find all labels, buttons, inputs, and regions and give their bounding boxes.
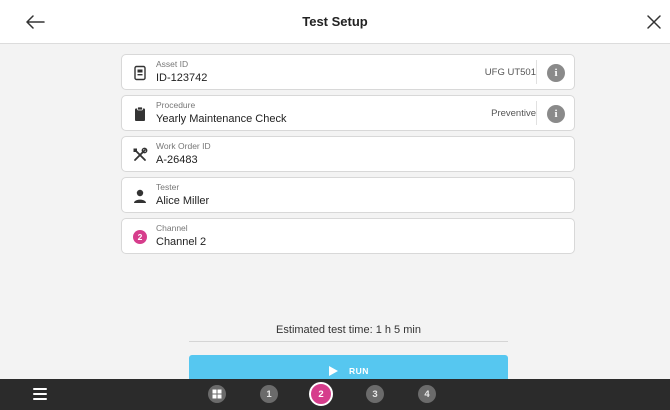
device-icon: [131, 64, 149, 82]
tools-icon: [131, 146, 149, 164]
run-button-label: RUN: [349, 366, 369, 376]
procedure-label: Procedure: [156, 100, 196, 110]
asset-id-value: ID-123742: [156, 72, 208, 84]
asset-id-label: Asset ID: [156, 59, 189, 69]
clipboard-icon: [131, 105, 149, 123]
step-1[interactable]: 1: [260, 385, 278, 403]
step-2-active[interactable]: 2: [309, 382, 333, 406]
header-bar: Test Setup: [0, 0, 670, 44]
info-icon[interactable]: i: [547, 64, 565, 82]
hamburger-menu-icon[interactable]: [33, 388, 47, 400]
step-home-grid[interactable]: [208, 385, 226, 403]
channel-value: Channel 2: [156, 236, 207, 248]
step-4[interactable]: 4: [418, 385, 436, 403]
channel-label: Channel: [156, 223, 188, 233]
tester-label: Tester: [156, 182, 180, 192]
divider: [536, 60, 537, 84]
info-icon[interactable]: i: [547, 105, 565, 123]
channel-badge: 2: [133, 230, 147, 244]
page-title: Test Setup: [302, 14, 368, 29]
asset-id-field[interactable]: Asset ID ID-123742 UFG UT501 i: [121, 54, 575, 90]
grid-icon: [212, 389, 222, 399]
divider: [536, 101, 537, 125]
step-3[interactable]: 3: [366, 385, 384, 403]
divider: [189, 341, 508, 342]
channel-badge-icon: 2: [131, 228, 149, 246]
procedure-value: Yearly Maintenance Check: [156, 113, 287, 125]
work-order-value: A-26483: [156, 154, 198, 166]
work-order-label: Work Order ID: [156, 141, 211, 151]
play-icon: [329, 366, 339, 376]
bottom-nav-bar: 1 2 3 4: [0, 379, 670, 410]
setup-form: Asset ID ID-123742 UFG UT501 i Procedure…: [0, 44, 670, 387]
procedure-field[interactable]: Procedure Yearly Maintenance Check Preve…: [121, 95, 575, 131]
tester-value: Alice Miller: [156, 195, 210, 207]
asset-model-text: UFG UT501: [484, 67, 536, 78]
close-icon[interactable]: [642, 10, 666, 34]
estimated-time-text: Estimated test time: 1 h 5 min: [276, 324, 421, 336]
channel-field[interactable]: 2 Channel Channel 2: [121, 218, 575, 254]
person-icon: [131, 187, 149, 205]
procedure-type-text: Preventive: [491, 108, 536, 119]
work-order-field[interactable]: Work Order ID A-26483: [121, 136, 575, 172]
tester-field[interactable]: Tester Alice Miller: [121, 177, 575, 213]
